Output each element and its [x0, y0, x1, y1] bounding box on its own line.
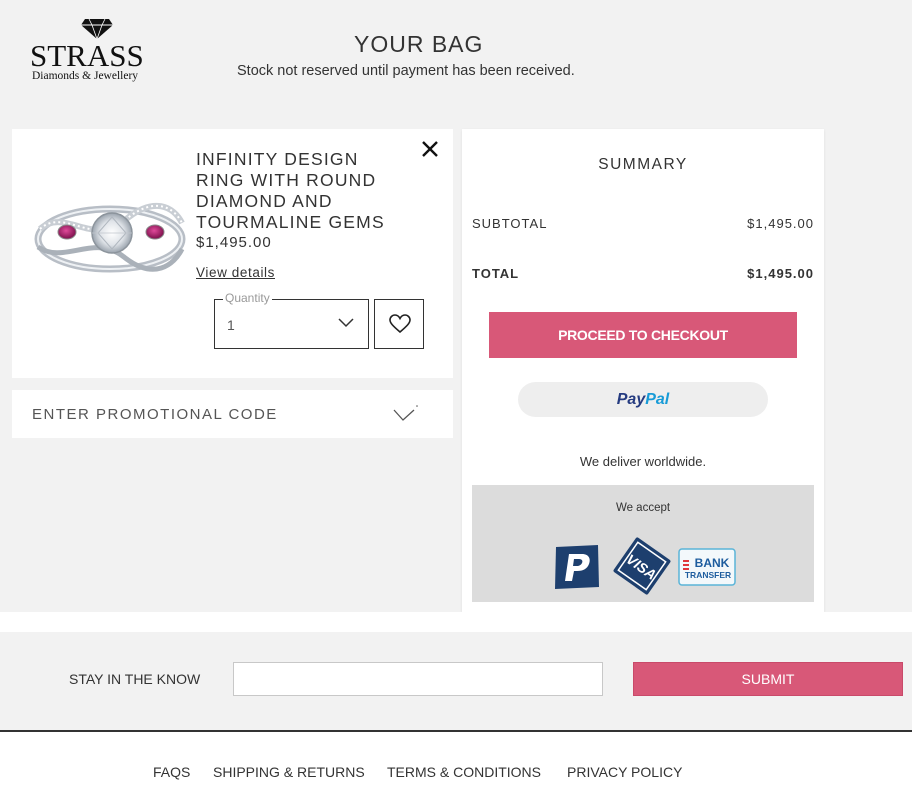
footer-link-faqs[interactable]: FAQS — [153, 764, 190, 780]
bank-transfer-icon: BANK TRANSFER — [678, 548, 736, 586]
promo-code-label: ENTER PROMOTIONAL CODE — [32, 406, 278, 423]
chevron-down-icon — [338, 318, 354, 328]
delivery-note: We deliver worldwide. — [579, 454, 707, 469]
newsletter-submit-button[interactable]: SUBMIT — [633, 662, 903, 696]
accept-label: We accept — [615, 502, 671, 514]
newsletter-email-input[interactable] — [233, 662, 603, 696]
footer-link-terms-conditions[interactable]: TERMS & CONDITIONS — [387, 764, 541, 780]
newsletter-label: STAY IN THE KNOW — [69, 671, 201, 687]
footer: FAQS SHIPPING & RETURNS TERMS & CONDITIO… — [0, 730, 912, 790]
add-to-wishlist-button[interactable] — [374, 299, 424, 349]
total-value: $1,495.00 — [747, 266, 814, 281]
paypal-logo-part1: Pay — [616, 391, 646, 408]
footer-link-shipping-returns[interactable]: SHIPPING & RETURNS — [213, 764, 365, 780]
proceed-to-checkout-button[interactable]: PROCEED TO CHECKOUT — [489, 312, 797, 358]
svg-text:TRANSFER: TRANSFER — [685, 570, 731, 580]
product-image[interactable] — [34, 177, 186, 287]
paypal-logo-part2: Pal — [645, 391, 670, 408]
product-name[interactable]: INFINITY DESIGN RING WITH ROUND DIAMOND … — [196, 149, 411, 233]
heart-icon — [389, 314, 411, 334]
brand-logo[interactable]: STRASS Diamonds & Jewellery — [30, 18, 160, 88]
summary-title: SUMMARY — [598, 156, 688, 173]
total-label: TOTAL — [472, 266, 520, 281]
chevron-down-icon — [393, 405, 418, 421]
paypal-checkout-button[interactable]: PayPal — [518, 382, 768, 417]
subtotal-row: SUBTOTAL $1,495.00 — [472, 216, 814, 231]
order-summary: SUMMARY SUBTOTAL $1,495.00 TOTAL $1,495.… — [462, 129, 824, 612]
view-details-link[interactable]: View details — [196, 265, 275, 280]
accepted-payments: We accept VISA BANK TRANSFER — [472, 485, 814, 602]
brand-name: STRASS — [30, 38, 144, 73]
brand-tagline: Diamonds & Jewellery — [32, 70, 139, 82]
section-divider — [0, 612, 912, 632]
quantity-select[interactable]: Quantity 1 — [214, 291, 369, 349]
svg-text:BANK: BANK — [695, 556, 730, 570]
product-price: $1,495.00 — [196, 234, 272, 251]
promo-code-toggle[interactable]: ENTER PROMOTIONAL CODE — [12, 390, 453, 438]
close-icon[interactable] — [419, 138, 441, 160]
footer-link-privacy-policy[interactable]: PRIVACY POLICY — [567, 764, 682, 780]
subtotal-label: SUBTOTAL — [472, 216, 548, 231]
paypal-icon — [555, 545, 599, 589]
bag-item-card: INFINITY DESIGN RING WITH ROUND DIAMOND … — [12, 129, 453, 378]
header: STRASS Diamonds & Jewellery YOUR BAG Sto… — [0, 0, 912, 120]
page-subtitle: Stock not reserved until payment has bee… — [237, 63, 575, 79]
page-title: YOUR BAG — [354, 31, 484, 57]
newsletter-section: STAY IN THE KNOW SUBMIT — [0, 632, 912, 730]
visa-icon: VISA — [613, 537, 671, 595]
quantity-label: Quantity — [223, 291, 272, 305]
quantity-value: 1 — [227, 317, 235, 333]
subtotal-value: $1,495.00 — [747, 216, 814, 231]
total-row: TOTAL $1,495.00 — [472, 266, 814, 281]
diamond-logo-icon — [81, 18, 113, 40]
